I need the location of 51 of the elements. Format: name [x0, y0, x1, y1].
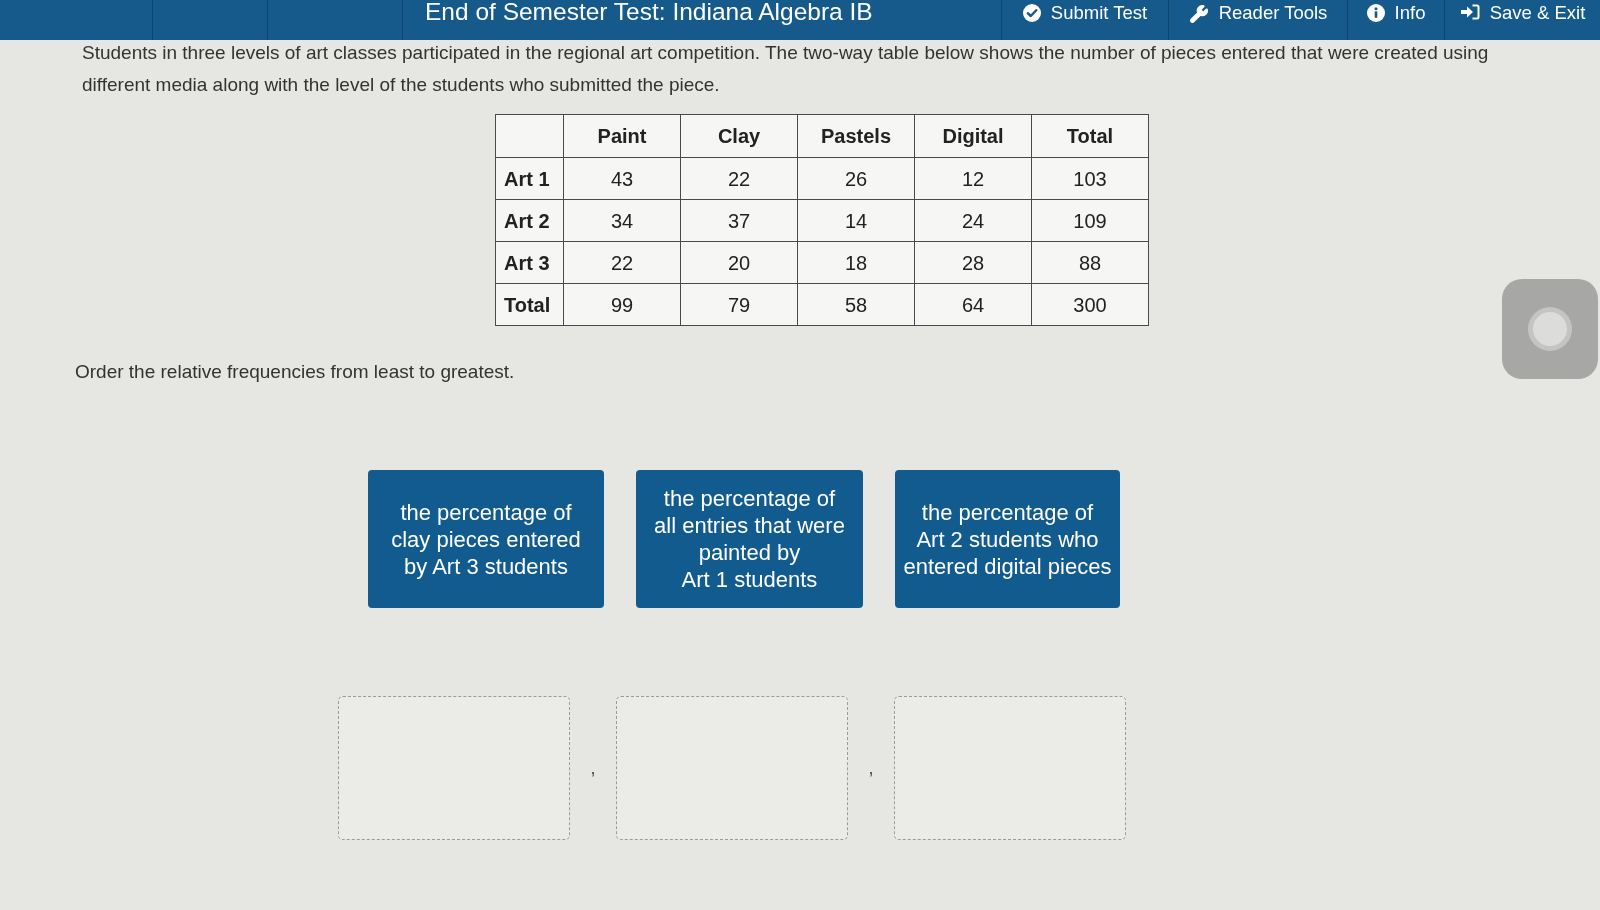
- table-cell: 24: [914, 199, 1032, 242]
- table-cell: 43: [563, 157, 681, 200]
- column-header: Total: [1031, 114, 1149, 158]
- table-cell: 22: [563, 241, 681, 284]
- table-cell: 109: [1031, 199, 1149, 242]
- table-cell: 58: [797, 283, 915, 326]
- question-passage: Students in three levels of art classes participated in the regional art competition. The two-way table below shows the number of pieces entered that were created using different media along with the level of the students who submitted the piece.: [82, 41, 1490, 97]
- floating-menu-button[interactable]: [1502, 279, 1598, 379]
- table-cell: 22: [680, 157, 798, 200]
- toolbar-button[interactable]: Info: [1347, 0, 1444, 40]
- table-cell: 88: [1031, 241, 1149, 284]
- circle-icon: [1527, 306, 1573, 352]
- check-circle-icon: [1022, 4, 1041, 22]
- table-cell: 64: [914, 283, 1032, 326]
- column-header: Paint: [563, 114, 681, 158]
- test-title: End of Semester Test: Indiana Algebra IB: [425, 0, 873, 24]
- wrench-icon: [1188, 4, 1209, 24]
- row-header: Art 1: [495, 157, 564, 200]
- table-cell: 18: [797, 241, 915, 284]
- answer-tile[interactable]: the percentage of clay pieces entered by Art 3 students: [368, 470, 604, 608]
- table-cell: 28: [914, 241, 1032, 284]
- row-header: Art 2: [495, 199, 564, 242]
- toolbar-button[interactable]: Submit Test: [1001, 0, 1168, 40]
- row-header: Total: [495, 283, 564, 326]
- table-cell: 14: [797, 199, 915, 242]
- table-cell: 26: [797, 157, 915, 200]
- row-header: Art 3: [495, 241, 564, 284]
- drop-zone[interactable]: [616, 696, 848, 840]
- table-cell: 103: [1031, 157, 1149, 200]
- answer-tile[interactable]: the percentage of all entries that were painted by Art 1 students: [636, 470, 863, 608]
- info-icon: [1366, 4, 1385, 22]
- comma-separator: ,: [867, 758, 875, 778]
- column-header: Pastels: [797, 114, 915, 158]
- table-cell: 79: [680, 283, 798, 326]
- drop-zone[interactable]: [338, 696, 570, 840]
- table-cell: 12: [914, 157, 1032, 200]
- table-cell: 99: [563, 283, 681, 326]
- table-cell: 20: [680, 241, 798, 284]
- column-header: Clay: [680, 114, 798, 158]
- toolbar-button[interactable]: Reader Tools: [1168, 0, 1347, 40]
- sign-in-arrow-icon: [1459, 4, 1480, 20]
- instruction-text: Order the relative frequencies from least to greatest.: [75, 360, 515, 384]
- table-corner-cell: [495, 114, 564, 158]
- drop-zone[interactable]: [894, 696, 1126, 840]
- column-header: Digital: [914, 114, 1032, 158]
- toolbar-button[interactable]: Save & Exit: [1444, 0, 1600, 40]
- answer-tile[interactable]: the percentage of Art 2 students who entered digital pieces: [895, 470, 1120, 608]
- table-cell: 34: [563, 199, 681, 242]
- comma-separator: ,: [589, 758, 597, 778]
- table-cell: 300: [1031, 283, 1149, 326]
- table-cell: 37: [680, 199, 798, 242]
